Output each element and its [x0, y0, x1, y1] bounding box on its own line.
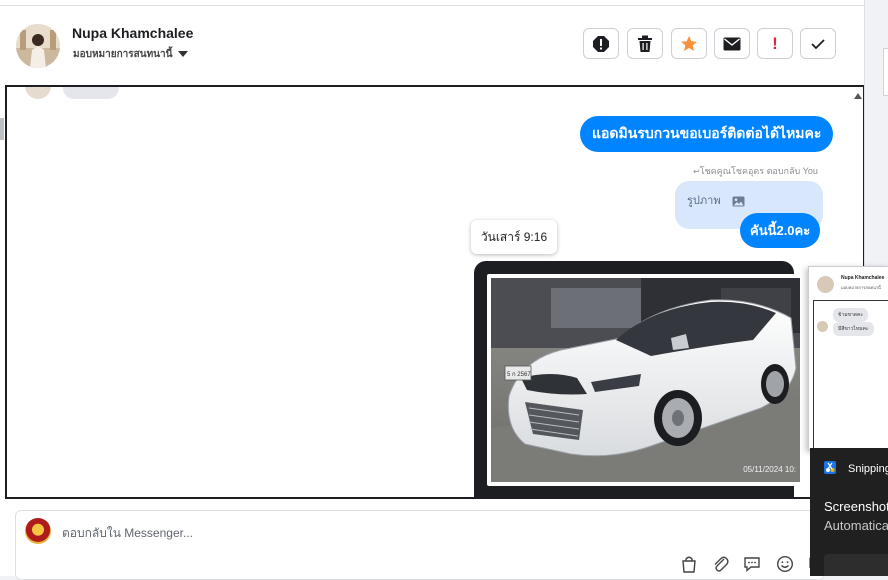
trash-icon — [638, 35, 652, 52]
check-icon — [811, 38, 825, 49]
thumbnail-message: ข้ามขาดคะ — [833, 308, 869, 322]
screenshot-thumbnail[interactable]: Nupa Khamchalee มอบหมายการสนทนานี้ ข้ามข… — [808, 266, 888, 450]
star-button[interactable] — [671, 28, 707, 59]
car-photo[interactable]: 5 ก 2567 05/11/2024 10: — [487, 274, 804, 486]
toast-message: Screenshot copied to clipboard — [824, 499, 888, 514]
reply-note-text: โชคคูณโชคอุดร ตอบกลับ You — [699, 166, 818, 176]
incoming-message-text: 55000 — [69, 85, 100, 87]
important-button[interactable]: ! — [757, 28, 793, 59]
toast-title: Snipping Tool — [848, 463, 888, 475]
reply-arrow-icon: ↩ — [693, 167, 700, 176]
left-scroll-marker — [0, 118, 4, 140]
toast-action-button[interactable] — [824, 554, 888, 576]
star-icon — [681, 35, 697, 51]
contact-name: Nupa Khamchalee — [72, 25, 194, 41]
delete-button[interactable] — [627, 28, 663, 59]
caret-down-icon — [178, 51, 189, 58]
incoming-message-partial: 55000 — [63, 85, 119, 99]
reply-input[interactable] — [60, 521, 564, 545]
conversation-header: Nupa Khamchalee มอบหมายการสนทนานี้ ! — [0, 6, 864, 84]
photo-timestamp: 05/11/2024 10: — [743, 465, 796, 474]
photo-attachment[interactable]: 5 ก 2567 05/11/2024 10: — [474, 261, 804, 497]
outgoing-message[interactable]: แอดมินรบกวนขอเบอร์ติดต่อได้ไหมคะ — [580, 116, 834, 152]
reply-preview-text: รูปภาพ — [687, 195, 721, 207]
thumbnail-name: Nupa Khamchalee — [841, 275, 885, 281]
important-icon: ! — [772, 33, 778, 53]
inbox-page: Nupa Khamchalee มอบหมายการสนทนานี้ ! แอด… — [0, 0, 865, 580]
done-button[interactable] — [800, 28, 836, 59]
chat-bubble-icon[interactable] — [743, 555, 761, 573]
assign-label: มอบหมายการสนทนานี้ — [73, 49, 173, 60]
report-icon — [593, 35, 609, 52]
mail-icon — [723, 37, 741, 50]
mark-unread-button[interactable] — [714, 28, 750, 59]
paperclip-icon[interactable] — [712, 555, 730, 573]
message-thread: 55000 แอดมินรบกวนขอเบอร์ติดต่อได้ไหมคะ ↩… — [5, 85, 865, 499]
report-button[interactable] — [583, 28, 619, 59]
scroll-up-arrow-icon[interactable] — [854, 93, 862, 99]
car-photo-image: 5 ก 2567 05/11/2024 10: — [491, 278, 800, 482]
svg-text:5 ก 2567: 5 ก 2567 — [507, 372, 531, 378]
bag-icon[interactable] — [680, 555, 698, 573]
thumbnail-avatar — [817, 276, 834, 293]
thumbnail-avatar-small — [817, 321, 828, 332]
page-logo — [25, 518, 51, 544]
snipping-tool-toast[interactable]: Snipping Tool Screenshot copied to clipb… — [810, 448, 888, 576]
sidebar-tab[interactable] — [883, 48, 888, 96]
assign-conversation-dropdown[interactable]: มอบหมายการสนทนานี้ — [73, 47, 189, 62]
smiley-icon[interactable] — [776, 555, 794, 573]
thumbnail-message: มีสีขาวไหมคะ — [833, 322, 874, 336]
sender-avatar — [25, 87, 51, 99]
thumbnail-subtitle: มอบหมายการสนทนานี้ — [841, 285, 881, 290]
reply-note: ↩โชคคูณโชคอุดร ตอบกลับ You — [693, 164, 818, 178]
toast-detail: Automatically saved to screenshots folde… — [824, 518, 888, 533]
image-icon — [732, 196, 745, 207]
scissors-icon — [824, 461, 836, 474]
reply-composer: ฿ — [15, 510, 825, 580]
timestamp-tooltip: วันเสาร์ 9:16 — [471, 220, 557, 254]
contact-avatar[interactable] — [16, 24, 60, 68]
outgoing-reply-message[interactable]: คันนี้2.0คะ — [740, 213, 821, 248]
